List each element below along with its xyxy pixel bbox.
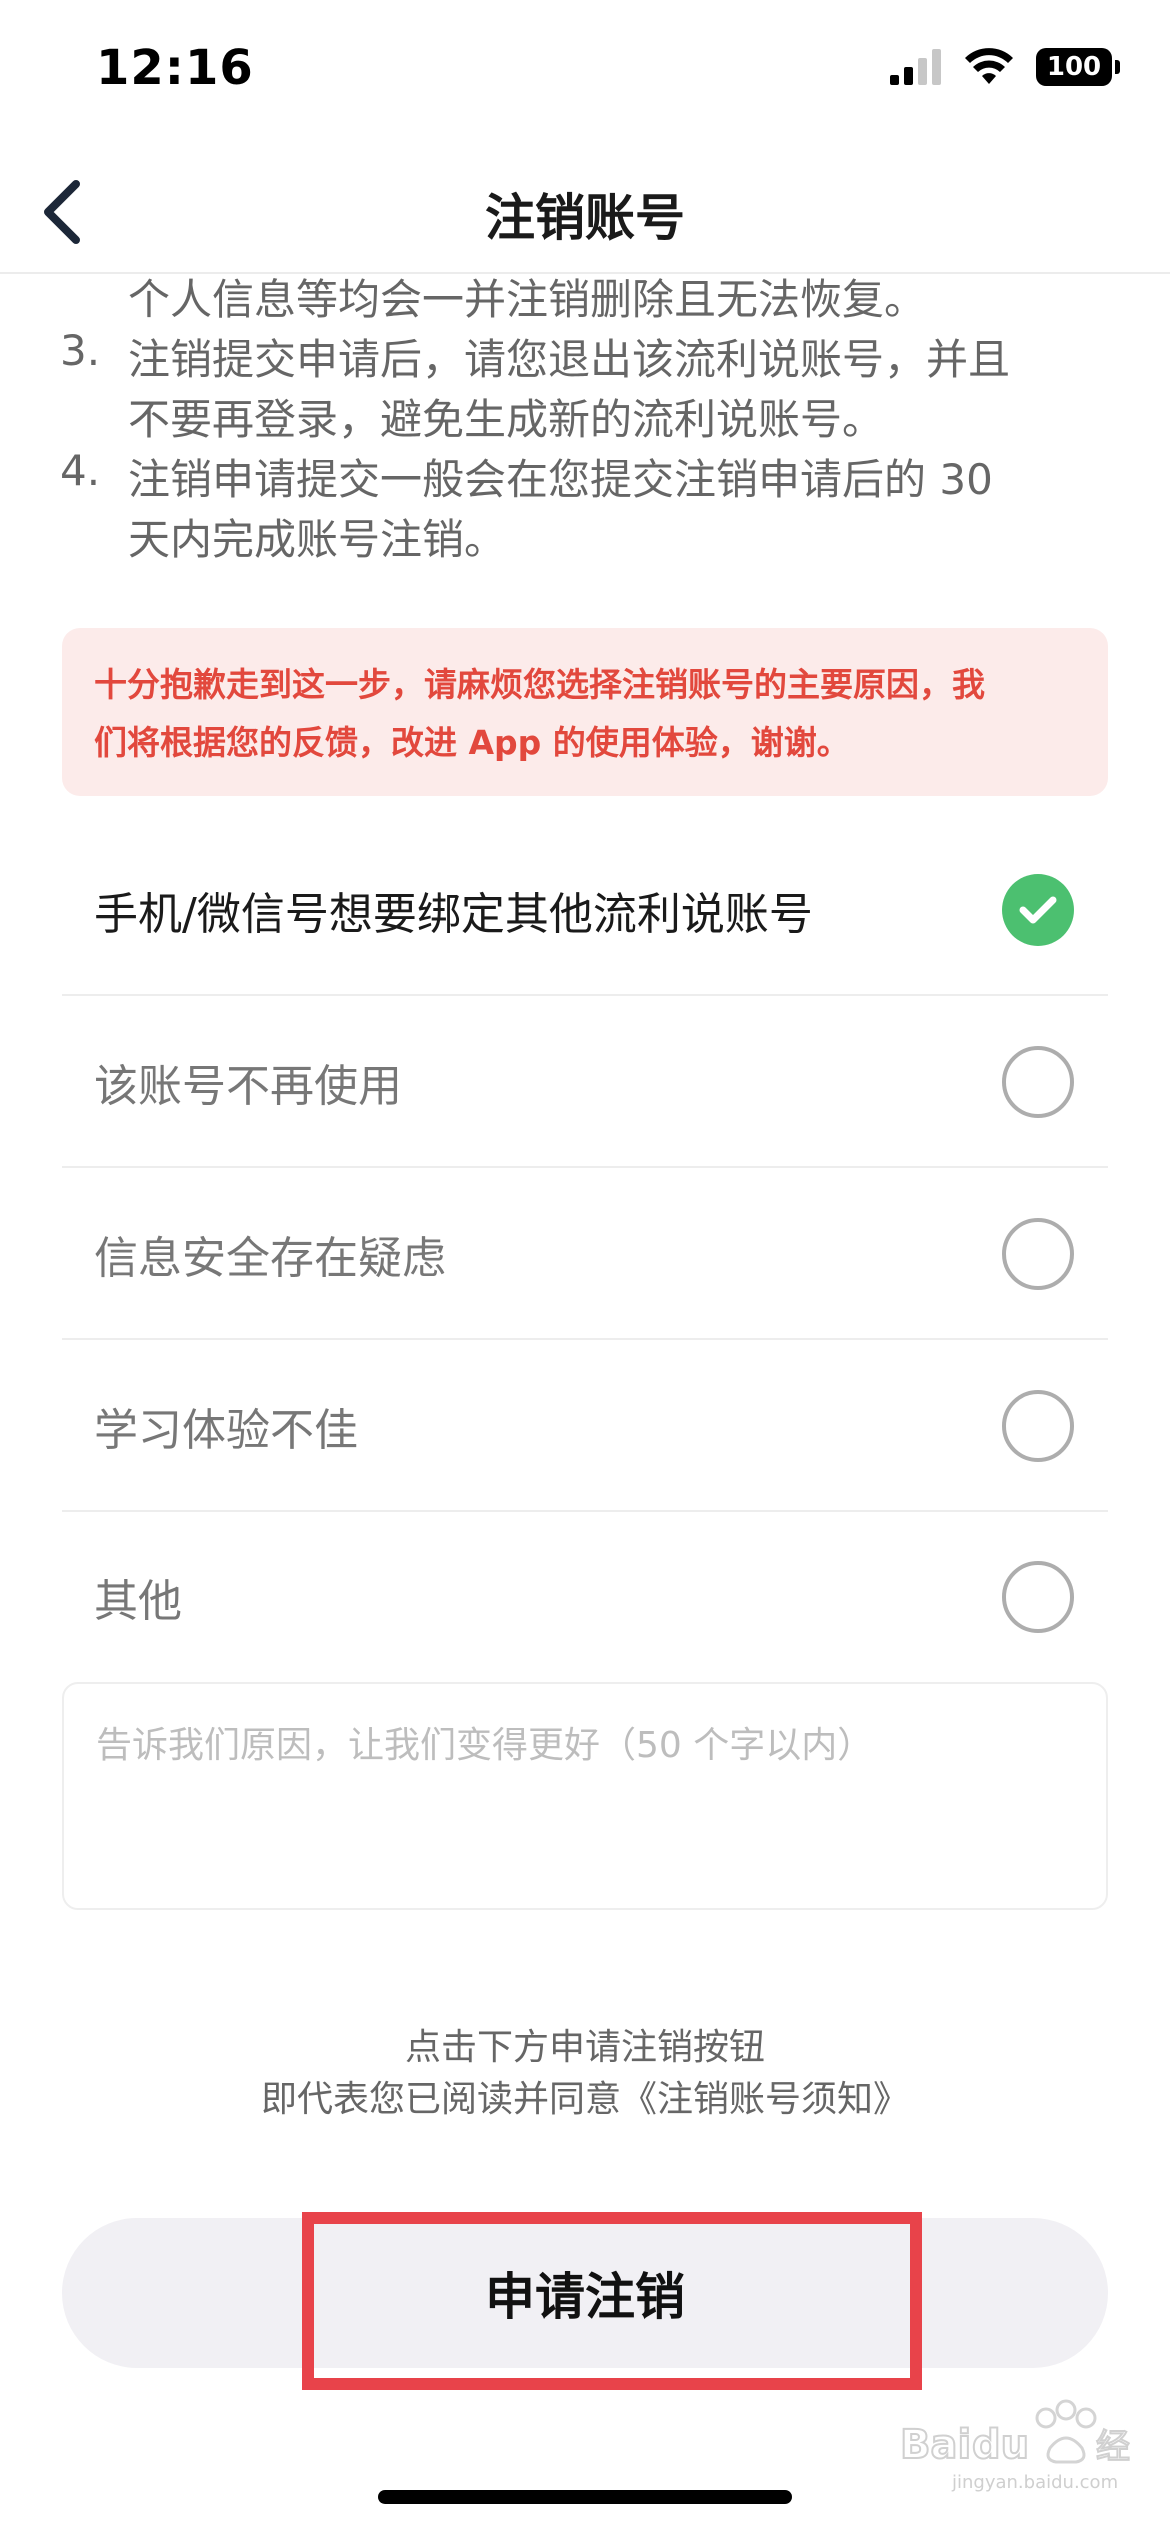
feedback-alert: 十分抱歉走到这一步，请麻烦您选择注销账号的主要原因，我 们将根据您的反馈，改进 …: [62, 628, 1108, 796]
alert-line-2: 们将根据您的反馈，改进 App 的使用体验，谢谢。: [94, 723, 850, 762]
notice-item-3-number: 3.: [60, 326, 101, 375]
alert-line-1: 十分抱歉走到这一步，请麻烦您选择注销账号的主要原因，我: [94, 665, 985, 704]
status-icons: 100: [890, 48, 1120, 86]
radio-unchecked-icon[interactable]: [1002, 1561, 1074, 1633]
notice-item-3-line-1: 注销提交申请后，请您退出该流利说账号，并且: [128, 335, 1011, 384]
reason-option-other[interactable]: 其他: [62, 1512, 1108, 1682]
reason-option-no-longer-use[interactable]: 该账号不再使用: [62, 998, 1108, 1168]
apply-cancellation-button[interactable]: 申请注销: [62, 2218, 1108, 2368]
reason-option-security[interactable]: 信息安全存在疑虑: [62, 1170, 1108, 1340]
agreement-terms-link[interactable]: 《注销账号须知》: [621, 2079, 909, 2120]
agreement-line-1: 点击下方申请注销按钮: [404, 2027, 765, 2068]
signal-icon: [890, 49, 941, 85]
agreement-line-2: 即代表您已阅读并同意《注销账号须知》: [0, 2070, 1170, 2122]
notice-item-2-tail: 个人信息等均会一并注销删除且无法恢复。: [128, 275, 927, 324]
status-time: 12:16: [96, 40, 254, 96]
svg-text:经验: 经验: [1096, 2427, 1130, 2467]
nav-bar: 注销账号: [0, 150, 1170, 274]
svg-text:jingyan.baidu.com: jingyan.baidu.com: [951, 2472, 1118, 2493]
svg-text:Bai: Bai: [900, 2422, 971, 2468]
agreement-prefix: 即代表您已阅读并同意: [260, 2079, 621, 2120]
reason-option-label: 信息安全存在疑虑: [94, 1233, 446, 1284]
wifi-icon: [965, 48, 1013, 84]
home-indicator: [378, 2490, 792, 2504]
page-title: 注销账号: [485, 189, 685, 247]
radio-unchecked-icon[interactable]: [1002, 1390, 1074, 1462]
reason-option-bad-experience[interactable]: 学习体验不佳: [62, 1342, 1108, 1512]
notice-list: 个人信息等均会一并注销删除且无法恢复。 3. 注销提交申请后，请您退出该流利说账…: [0, 274, 1170, 574]
reason-textarea[interactable]: [62, 1682, 1108, 1910]
radio-unchecked-icon[interactable]: [1002, 1218, 1074, 1290]
battery-icon: 100: [1036, 48, 1120, 86]
reason-option-label: 其他: [94, 1576, 182, 1627]
reason-option-label: 手机/微信号想要绑定其他流利说账号: [94, 889, 813, 940]
radio-unchecked-icon[interactable]: [1002, 1046, 1074, 1118]
notice-item-4-number: 4.: [60, 446, 101, 495]
notice-item-4-line-1: 注销申请提交一般会在您提交注销申请后的 30: [128, 455, 993, 504]
svg-text:du: du: [972, 2422, 1029, 2468]
notice-item-4-line-2: 天内完成账号注销。: [128, 515, 507, 564]
reason-option-label: 该账号不再使用: [94, 1061, 402, 1112]
reason-option-label: 学习体验不佳: [94, 1405, 358, 1456]
reason-option-rebind[interactable]: 手机/微信号想要绑定其他流利说账号: [62, 826, 1108, 996]
check-icon[interactable]: [1002, 874, 1074, 946]
status-bar: 12:16 100: [0, 0, 1170, 150]
baidu-watermark-logo: Bai du 经验 jingyan.baidu.com: [900, 2399, 1130, 2493]
notice-item-3-line-2: 不要再登录，避免生成新的流利说账号。: [128, 395, 885, 444]
screen: 12:16 100 注销账号 个人信息等均会一并注销删除且无法恢复。 3. 注销…: [0, 0, 1170, 2532]
